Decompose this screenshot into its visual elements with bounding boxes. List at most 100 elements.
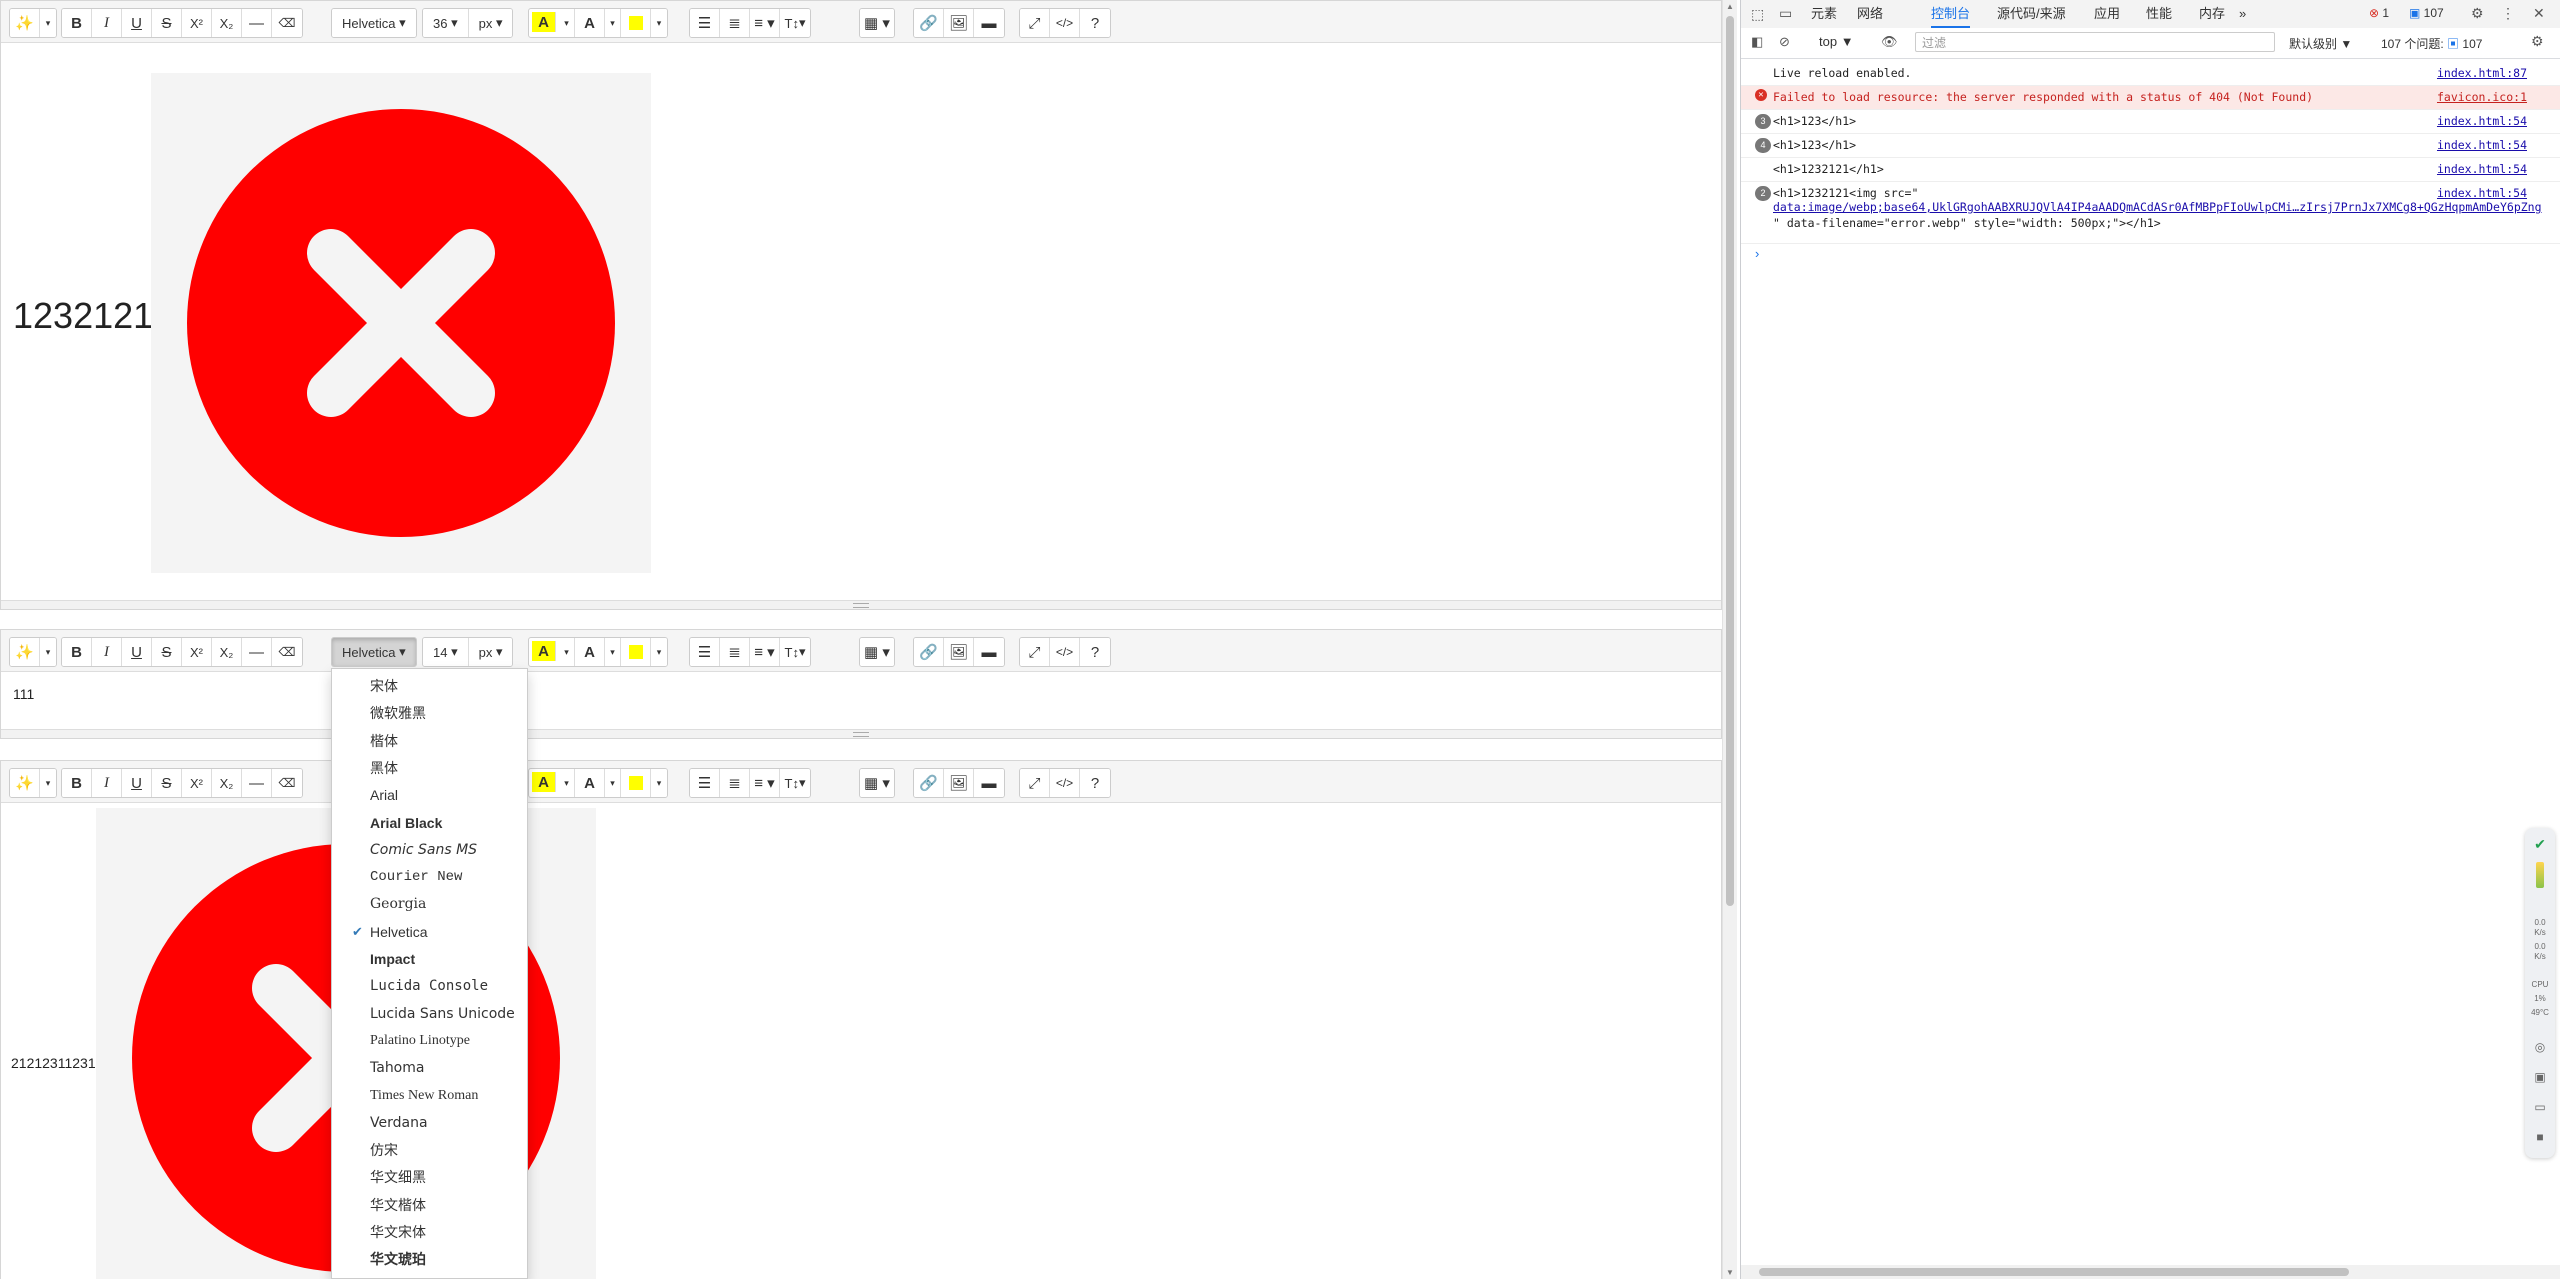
text-color-button[interactable]: A <box>532 12 556 32</box>
font-menu-item[interactable]: Lucida Console <box>332 973 527 999</box>
horizontal-rule-button[interactable]: — <box>242 638 272 666</box>
superscript-button[interactable]: X² <box>182 9 212 37</box>
help-button[interactable]: ? <box>1080 9 1110 37</box>
close-icon[interactable]: ✕ <box>2533 5 2545 22</box>
eye-icon[interactable]: 👁 <box>1881 34 1898 50</box>
font-menu-item[interactable]: Tahoma <box>332 1055 527 1081</box>
chat-icon[interactable]: ◎ <box>2525 1040 2555 1054</box>
bold-button[interactable]: B <box>62 769 92 797</box>
italic-button[interactable]: I <box>92 769 122 797</box>
filter-input[interactable]: 过滤 <box>1915 32 2275 52</box>
strikethrough-button[interactable]: S <box>152 638 182 666</box>
italic-button[interactable]: I <box>92 638 122 666</box>
editor-content-2[interactable]: 111 <box>1 672 1721 730</box>
align-icon[interactable]: ≡ ▾ <box>750 769 780 797</box>
code-view-button[interactable]: </> <box>1050 9 1080 37</box>
chevron-down-icon[interactable]: ▾ <box>40 638 56 666</box>
tab-elements[interactable]: 元素 <box>1811 0 1837 28</box>
horizontal-scrollbar[interactable] <box>1741 1265 2560 1279</box>
tab-memory[interactable]: 内存 <box>2199 0 2225 28</box>
highlight-button[interactable] <box>621 769 651 797</box>
device-toggle-icon[interactable]: ▭ <box>1779 5 1792 22</box>
font-menu-item[interactable]: Verdana <box>332 1110 527 1136</box>
page-scrollbar[interactable]: ▲ ▼ <box>1722 0 1737 1279</box>
font-menu-item[interactable]: Courier New <box>332 864 527 890</box>
font-menu-item[interactable]: Georgia <box>332 891 527 917</box>
font-menu-item[interactable]: Arial Black <box>332 810 527 836</box>
fore-color-button[interactable]: A <box>575 769 605 797</box>
highlight-button[interactable] <box>621 638 651 666</box>
underline-button[interactable]: U <box>122 9 152 37</box>
font-size-select[interactable]: 14 ▾ <box>423 638 469 666</box>
font-menu-item[interactable]: Comic Sans MS <box>332 837 527 863</box>
data-url-link[interactable]: data:image/webp;base64,UklGRgohAABXRUJQV… <box>1773 200 2542 214</box>
chevron-down-icon[interactable]: ▾ <box>651 638 667 666</box>
image-icon[interactable]: 🖼 <box>944 638 974 666</box>
sidebar-toggle-icon[interactable]: ◧ <box>1751 34 1763 50</box>
image-icon[interactable]: 🖼 <box>944 9 974 37</box>
font-menu-item[interactable]: 华文细黑 <box>332 1164 527 1190</box>
ol-icon[interactable]: ≣ <box>720 638 750 666</box>
unit-select[interactable]: px ▾ <box>468 638 513 666</box>
issues-label[interactable]: 107 个问题: ▣ 107 <box>2381 35 2482 52</box>
table-icon[interactable]: ▦ ▾ <box>860 638 894 666</box>
chevron-down-icon[interactable]: ▾ <box>40 769 56 797</box>
underline-button[interactable]: U <box>122 638 152 666</box>
gear-icon[interactable]: ⚙ <box>2531 33 2544 50</box>
context-select[interactable]: top ▼ <box>1819 34 1854 49</box>
chevron-down-icon[interactable]: ▾ <box>605 638 621 666</box>
chevron-down-icon[interactable]: ▾ <box>651 9 667 37</box>
video-icon[interactable]: ▬ <box>974 769 1004 797</box>
image-icon[interactable]: ▣ <box>2525 1070 2555 1084</box>
chevron-down-icon[interactable]: ▾ <box>559 769 575 797</box>
eraser-icon[interactable]: ⌫ <box>272 769 302 797</box>
font-family-select[interactable]: Helvetica ▾ <box>332 638 416 666</box>
tab-sources[interactable]: 源代码/来源 <box>1997 0 2066 28</box>
line-height-button[interactable]: T↕ ▾ <box>780 9 810 37</box>
font-menu-item[interactable]: 华文宋体 <box>332 1219 527 1245</box>
fullscreen-button[interactable]: ⤢ <box>1020 638 1050 666</box>
eraser-icon[interactable]: ⌫ <box>272 9 302 37</box>
fullscreen-button[interactable]: ⤢ <box>1020 9 1050 37</box>
message-icon[interactable]: ▣ 107 <box>2409 6 2444 20</box>
tab-performance[interactable]: 性能 <box>2146 0 2172 28</box>
source-link[interactable]: index.html:54 <box>2437 162 2527 176</box>
superscript-button[interactable]: X² <box>182 769 212 797</box>
font-menu-item[interactable]: Times New Roman <box>332 1083 527 1109</box>
ul-icon[interactable]: ☰ <box>690 638 720 666</box>
ol-icon[interactable]: ≣ <box>720 9 750 37</box>
inspect-icon[interactable]: ⬚ <box>1751 6 1764 23</box>
source-link[interactable]: index.html:54 <box>2437 138 2527 152</box>
chevron-down-icon[interactable]: ▾ <box>559 638 575 666</box>
video-icon[interactable]: ▬ <box>974 9 1004 37</box>
unit-select[interactable]: px ▾ <box>468 9 513 37</box>
font-menu-item[interactable]: Arial <box>332 782 527 808</box>
font-menu-item[interactable]: ✔ Helvetica <box>332 919 527 945</box>
font-menu-item[interactable]: 黑体 <box>332 755 527 781</box>
fore-color-button[interactable]: A <box>575 638 605 666</box>
kebab-menu-icon[interactable]: ⋮ <box>2501 5 2515 22</box>
bold-button[interactable]: B <box>62 638 92 666</box>
console-prompt[interactable]: › <box>1755 246 1759 261</box>
resize-handle[interactable] <box>1 600 1721 609</box>
gear-icon[interactable]: ⚙ <box>2471 5 2484 22</box>
text-color-button[interactable]: A <box>532 641 556 661</box>
line-height-button[interactable]: T↕ ▾ <box>780 769 810 797</box>
link-icon[interactable]: 🔗 <box>914 9 944 37</box>
align-icon[interactable]: ≡ ▾ <box>750 638 780 666</box>
help-button[interactable]: ? <box>1080 769 1110 797</box>
superscript-button[interactable]: X² <box>182 638 212 666</box>
magic-wand-icon[interactable]: ✨ <box>10 769 40 797</box>
fullscreen-button[interactable]: ⤢ <box>1020 769 1050 797</box>
font-menu-item[interactable]: 宋体 <box>332 673 527 699</box>
camera-icon[interactable]: ■ <box>2525 1130 2555 1144</box>
source-link[interactable]: index.html:87 <box>2437 66 2527 80</box>
resize-handle[interactable] <box>1 729 1721 738</box>
strikethrough-button[interactable]: S <box>152 9 182 37</box>
chevron-down-icon[interactable]: ▾ <box>559 9 575 37</box>
magic-wand-icon[interactable]: ✨ <box>10 9 40 37</box>
fore-color-button[interactable]: A <box>575 9 605 37</box>
more-tabs-icon[interactable]: » <box>2239 0 2246 28</box>
align-icon[interactable]: ≡ ▾ <box>750 9 780 37</box>
chevron-down-icon[interactable]: ▾ <box>605 769 621 797</box>
